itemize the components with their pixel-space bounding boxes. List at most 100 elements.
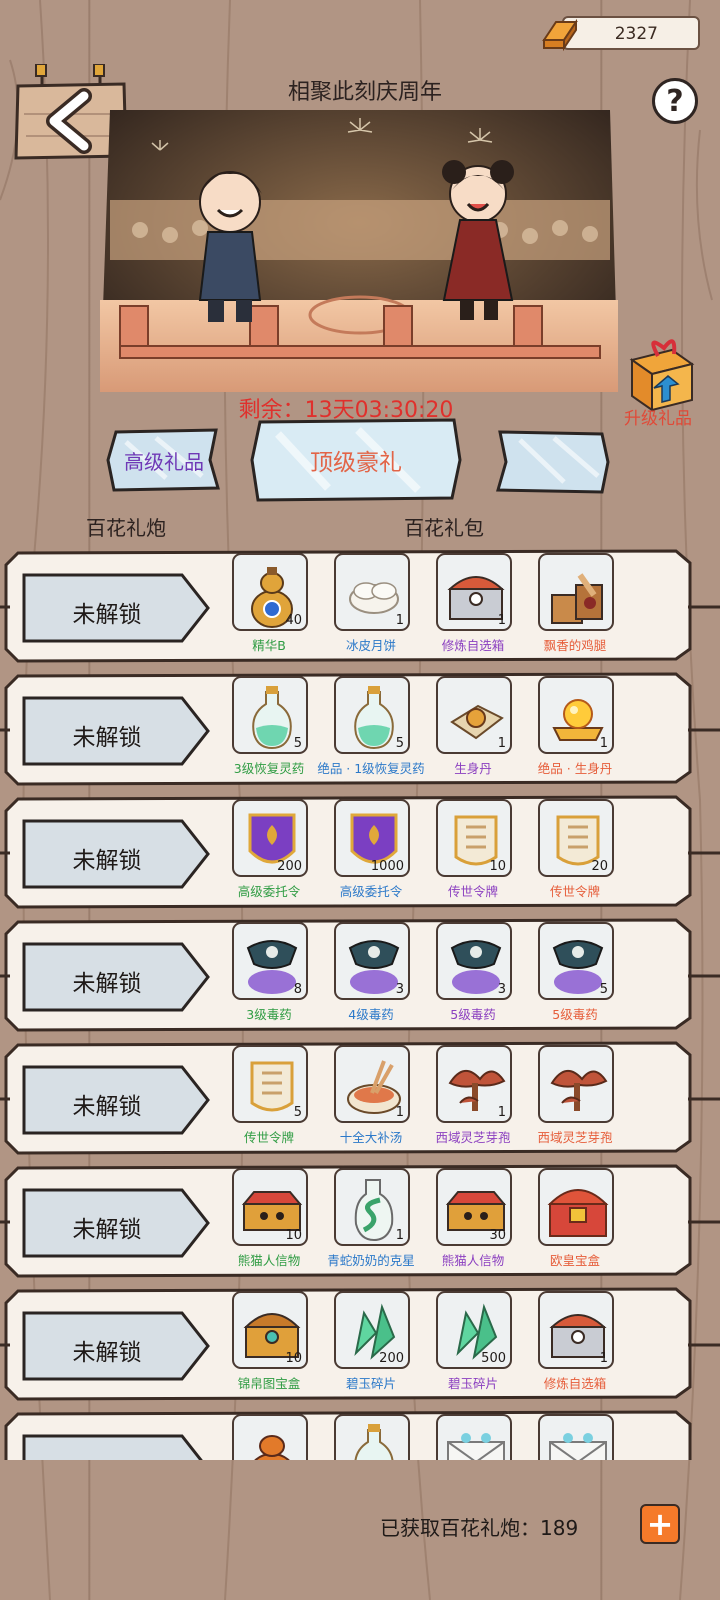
reward-item[interactable]: 200 高级委托令: [224, 799, 314, 907]
reward-item[interactable]: 40 精华B: [224, 553, 314, 661]
plus-icon: +: [646, 1505, 674, 1543]
reward-item[interactable]: 1 生身丹: [428, 676, 518, 784]
item-name: 5级毒药: [552, 1007, 598, 1022]
locked-label: 未解锁: [72, 971, 142, 997]
item-name: 5级毒药: [450, 1007, 496, 1022]
tab-premium-gifts[interactable]: 高级礼品: [106, 428, 222, 492]
gold-counter: 2327: [562, 16, 700, 50]
item-count: 5: [599, 982, 608, 997]
item-count: 1: [395, 613, 404, 628]
help-icon: ?: [666, 83, 684, 119]
item-name: 修炼自选箱: [441, 638, 505, 653]
item-slot: 40: [232, 553, 308, 631]
item-slot: 200: [334, 1291, 410, 1369]
item-name: 高级委托令: [339, 884, 403, 899]
item-count: 200: [277, 859, 302, 874]
reward-item[interactable]: 30 熊猫人信物: [428, 1168, 518, 1276]
locked-tier-tag[interactable]: 未解锁: [22, 696, 212, 766]
column-header-gift-pack: 百花礼包: [404, 516, 484, 540]
reward-item[interactable]: 1 西域灵芝芽孢: [428, 1045, 518, 1153]
locked-label: 未解锁: [72, 1094, 142, 1120]
item-name: 绝品 · 生身丹: [537, 761, 613, 776]
item-count: 3: [395, 982, 404, 997]
reward-item[interactable]: 5 5级毒药: [530, 922, 620, 1030]
item-name: 高级委托令: [237, 884, 301, 899]
reward-item[interactable]: 飘香的鸡腿: [530, 553, 620, 661]
reward-row: 未解锁 8 3级毒药 3 4级毒药 3 5级毒药 5 5级毒药: [0, 914, 720, 1032]
collected-count: 189: [540, 1516, 579, 1540]
add-fireworks-button[interactable]: +: [640, 1504, 680, 1544]
item-slot: 1: [334, 553, 410, 631]
item-count: 1: [599, 1351, 608, 1366]
reward-item[interactable]: 8 3级毒药: [224, 922, 314, 1030]
item-slot: 1: [334, 1168, 410, 1246]
reward-item[interactable]: 5 绝品 · 1级恢复灵药: [317, 676, 425, 784]
item-count: 200: [379, 1351, 404, 1366]
item-slot: 500: [436, 1291, 512, 1369]
reward-list[interactable]: 未解锁 40 精华B 1 冰皮月饼 1 修炼自选箱 飘香的鸡腿 未解锁 5 3级恢复灵药 5 绝品 · …: [0, 545, 720, 1460]
reward-item[interactable]: 1 十全大补汤: [326, 1045, 416, 1153]
reward-item[interactable]: 1 修炼自选箱: [428, 553, 518, 661]
reward-item[interactable]: 1 青蛇奶奶的克星: [326, 1168, 416, 1276]
item-count: 5: [395, 736, 404, 751]
item-name: 西域灵芝芽孢: [537, 1130, 613, 1145]
reward-item[interactable]: [428, 1414, 518, 1460]
item-slot: 1: [436, 553, 512, 631]
lingzhi-icon: [550, 1070, 608, 1111]
locked-label: 未解锁: [72, 725, 142, 751]
locked-tier-tag[interactable]: 未解锁: [22, 1065, 212, 1135]
item-name: 生身丹: [454, 761, 492, 776]
reward-item[interactable]: 1000 高级委托令: [326, 799, 416, 907]
reward-item[interactable]: 5 3级恢复灵药: [224, 676, 314, 784]
locked-tier-tag[interactable]: 未解锁: [22, 1434, 212, 1460]
reward-item[interactable]: 10 传世令牌: [428, 799, 518, 907]
reward-item[interactable]: 20 传世令牌: [530, 799, 620, 907]
reward-item[interactable]: 西域灵芝芽孢: [530, 1045, 620, 1153]
column-header-fireworks: 百花礼炮: [86, 516, 166, 540]
locked-tier-tag[interactable]: 未解锁: [22, 1311, 212, 1381]
item-name: 3级恢复灵药: [233, 761, 305, 776]
locked-tier-tag[interactable]: 未解锁: [22, 1188, 212, 1258]
item-count: 40: [285, 613, 302, 628]
reward-item[interactable]: 欧皇宝盒: [530, 1168, 620, 1276]
gold-ingot-icon: [542, 18, 578, 52]
item-count: 1: [599, 736, 608, 751]
item-slot: 3: [334, 922, 410, 1000]
help-button[interactable]: ?: [652, 78, 698, 124]
reward-item[interactable]: 1 绝品 · 生身丹: [530, 676, 620, 784]
reward-item[interactable]: 500 碧玉碎片: [428, 1291, 518, 1399]
reward-item[interactable]: 3 5级毒药: [428, 922, 518, 1030]
item-count: 3: [497, 982, 506, 997]
item-slot: 10: [232, 1291, 308, 1369]
reward-item[interactable]: 1 修炼自选箱: [530, 1291, 620, 1399]
reward-item[interactable]: 5 传世令牌: [224, 1045, 314, 1153]
locked-tier-tag[interactable]: 未解锁: [22, 573, 212, 643]
item-slot: 10: [232, 1168, 308, 1246]
page-title: 相聚此刻庆周年: [287, 80, 442, 105]
reward-item[interactable]: 3 4级毒药: [326, 922, 416, 1030]
tab-top-gifts-label: 顶级豪礼: [310, 450, 402, 476]
reward-item[interactable]: [326, 1414, 416, 1460]
tab-next[interactable]: [494, 430, 610, 494]
reward-item[interactable]: [224, 1414, 314, 1460]
item-slot: [538, 1414, 614, 1460]
item-count: 1: [395, 1105, 404, 1120]
item-count: 20: [591, 859, 608, 874]
reward-item[interactable]: 200 碧玉碎片: [326, 1291, 416, 1399]
reward-item[interactable]: 1 冰皮月饼: [326, 553, 416, 661]
reward-item[interactable]: 10 熊猫人信物: [224, 1168, 314, 1276]
item-slot: [538, 1045, 614, 1123]
locked-label: 未解锁: [22, 1456, 192, 1460]
item-slot: 200: [232, 799, 308, 877]
reward-item[interactable]: 10 锦帛图宝盒: [224, 1291, 314, 1399]
reward-item[interactable]: [530, 1414, 620, 1460]
item-name: 4级毒药: [348, 1007, 394, 1022]
item-name: 锦帛图宝盒: [237, 1376, 301, 1391]
item-count: 10: [285, 1228, 302, 1243]
reward-row: 未解锁 40 精华B 1 冰皮月饼 1 修炼自选箱 飘香的鸡腿: [0, 545, 720, 663]
locked-tier-tag[interactable]: 未解锁: [22, 819, 212, 889]
tab-top-gifts[interactable]: 顶级豪礼: [248, 418, 464, 502]
item-count: 1000: [370, 859, 404, 874]
locked-tier-tag[interactable]: 未解锁: [22, 942, 212, 1012]
item-slot: 20: [538, 799, 614, 877]
